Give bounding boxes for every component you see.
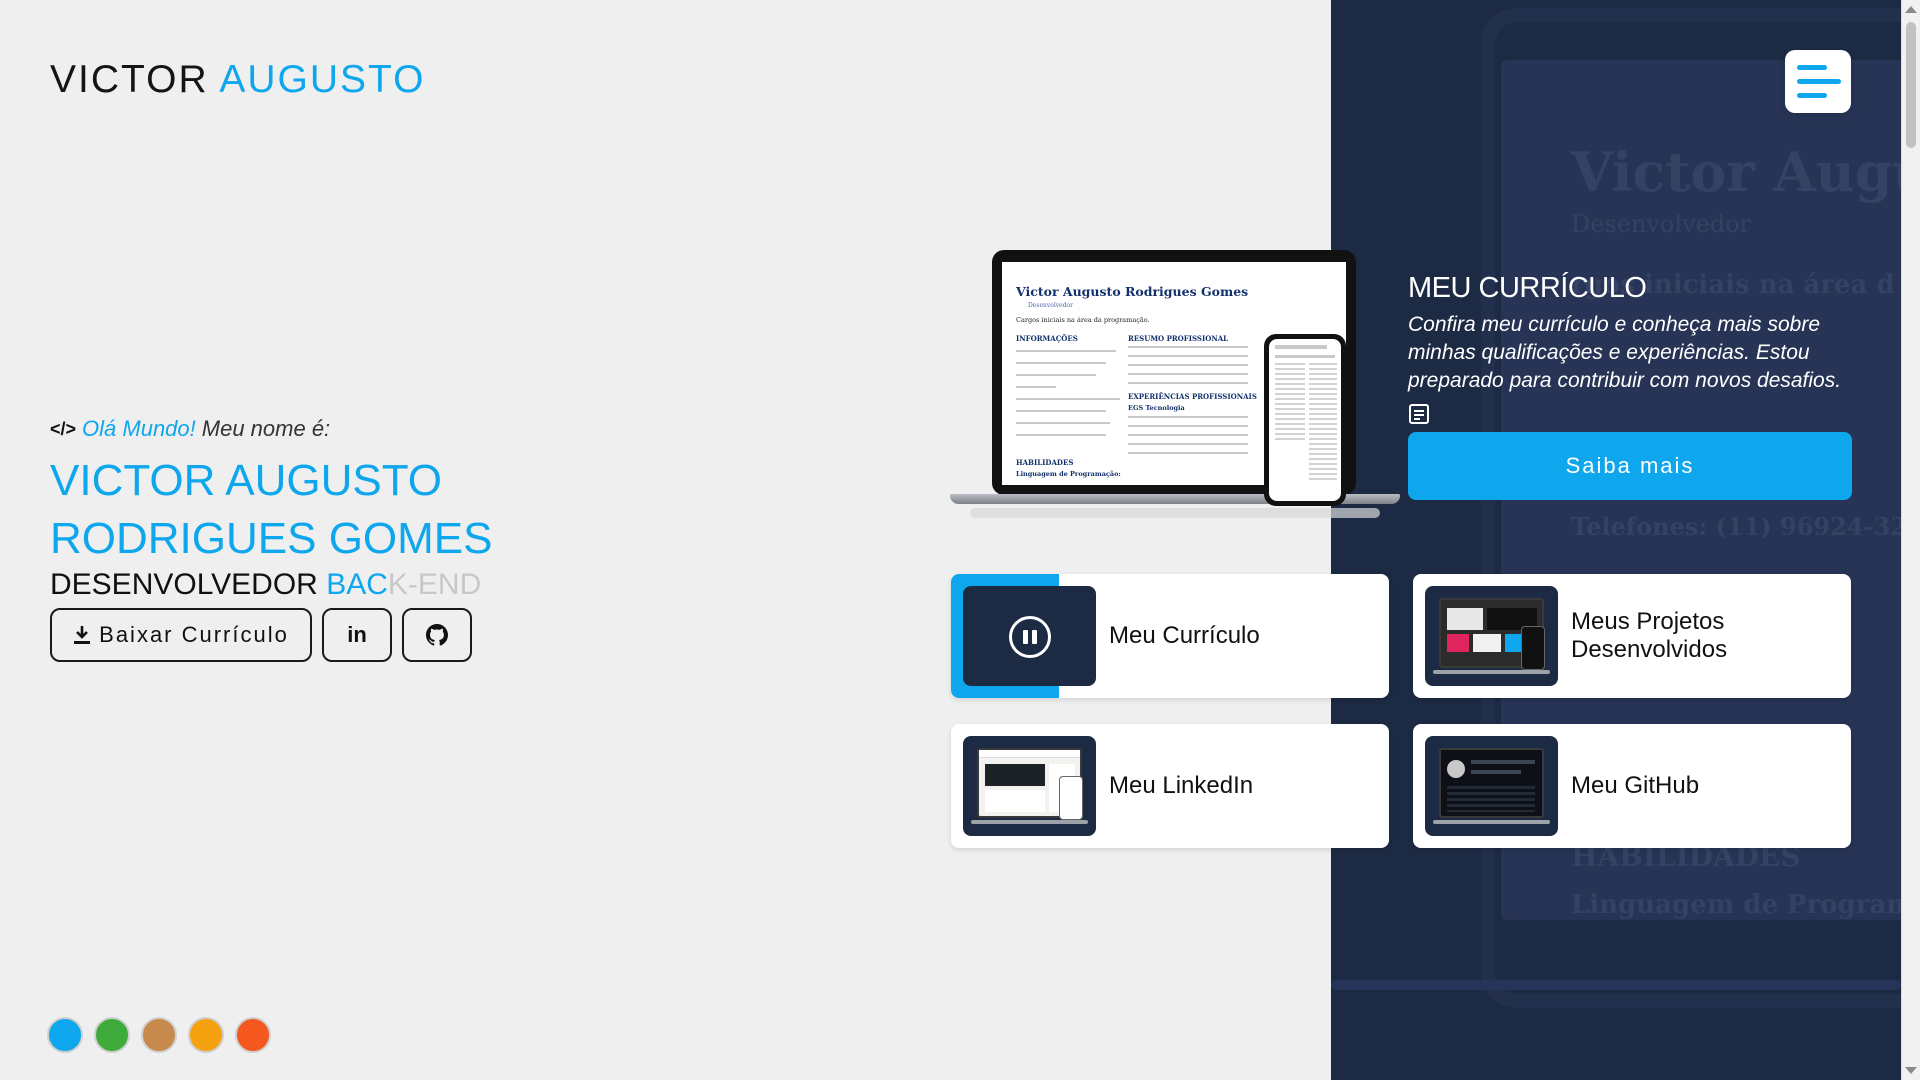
role-static: DESENVOLVEDOR [50, 568, 318, 601]
mockup-section-experience: EXPERIÊNCIAS PROFISSIONAIS [1128, 392, 1257, 401]
card-resume[interactable]: Meu Currículo [951, 574, 1389, 698]
ghost-line: Linguagem de Programa [1571, 890, 1901, 920]
card-thumbnail [1425, 736, 1558, 836]
card-projects[interactable]: Meus Projetos Desenvolvidos [1413, 574, 1851, 698]
action-buttons: Baixar Currículo in [50, 608, 610, 662]
github-icon [426, 624, 448, 646]
mockup-doc-intro: Cargos iniciais na área da programação. [1016, 316, 1150, 324]
card-thumbnail [963, 586, 1096, 686]
background-panel: Victor Augu Desenvolvedor rgos iniciais … [1331, 0, 1901, 1080]
theme-color-green[interactable] [94, 1017, 130, 1053]
name-prompt: Meu nome é: [201, 416, 331, 441]
ghost-name: Victor Augu [1571, 140, 1901, 204]
card-label: Meu LinkedIn [1109, 772, 1254, 799]
role-typed: BAC [326, 568, 388, 601]
name-line-1: VICTOR AUGUSTO [50, 456, 443, 505]
ghost-line: Telefones: (11) 96924-3253 [1571, 512, 1901, 541]
document-icon [1409, 404, 1429, 424]
mockup-section-summary: RESUMO PROFISSIONAL [1128, 334, 1229, 343]
code-icon: </> [50, 418, 77, 439]
download-resume-label: Baixar Currículo [99, 622, 289, 647]
role-title: DESENVOLVEDOR BACK-END [50, 568, 610, 602]
featured-section: MEU CURRÍCULO Confira meu currículo e co… [1408, 272, 1858, 430]
mockup-section-lang: Linguagem de Programação: [1016, 470, 1121, 478]
logo-first-name: VICTOR [50, 58, 209, 101]
logo-last-name: AUGUSTO [219, 58, 426, 101]
card-thumbnail [1425, 586, 1558, 686]
learn-more-button[interactable]: Saiba mais [1408, 432, 1852, 500]
download-icon [74, 626, 91, 644]
greeting: </> Olá Mundo! Meu nome é: [50, 416, 610, 442]
theme-color-red[interactable] [235, 1017, 271, 1053]
card-label: Meu Currículo [1109, 622, 1260, 649]
pause-icon[interactable] [1009, 616, 1051, 658]
featured-title: MEU CURRÍCULO [1408, 272, 1647, 304]
theme-color-orange[interactable] [188, 1017, 224, 1053]
ghost-role: Desenvolvedor [1571, 210, 1752, 238]
card-label: Meus Projetos Desenvolvidos [1571, 608, 1728, 663]
theme-color-brown[interactable] [141, 1017, 177, 1053]
menu-button[interactable] [1785, 50, 1851, 113]
linkedin-icon: in [347, 622, 367, 647]
phone-mockup [1264, 334, 1346, 506]
linkedin-button[interactable]: in [322, 608, 392, 662]
mockup-doc-title: Victor Augusto Rodrigues Gomes [1016, 284, 1249, 299]
featured-description: Confira meu currículo e conheça mais sob… [1408, 313, 1842, 392]
theme-color-blue[interactable] [47, 1017, 83, 1053]
mockup-company: EGS Tecnologia [1128, 404, 1185, 412]
full-name: VICTOR AUGUSTO RODRIGUES GOMES [50, 452, 610, 568]
role-remaining: K-END [387, 568, 482, 601]
mockup-section-skills: HABILIDADES [1016, 458, 1074, 467]
page-scrollbar[interactable] [1901, 0, 1920, 1080]
site-logo[interactable]: VICTOR AUGUSTO [50, 58, 425, 102]
scroll-down-arrow-icon[interactable] [1905, 1067, 1917, 1074]
hello-text: Olá Mundo! [82, 416, 196, 441]
github-button[interactable] [402, 608, 472, 662]
intro-section: </> Olá Mundo! Meu nome é: VICTOR AUGUST… [50, 416, 610, 662]
card-label: Meu GitHub [1571, 772, 1700, 799]
mockup-doc-subtitle: Desenvolvedor [1028, 302, 1074, 309]
card-linkedin[interactable]: Meu LinkedIn [951, 724, 1389, 848]
download-resume-button[interactable]: Baixar Currículo [50, 608, 312, 662]
card-github[interactable]: Meu GitHub [1413, 724, 1851, 848]
name-line-2: RODRIGUES GOMES [50, 514, 493, 563]
theme-color-picker [47, 1017, 271, 1053]
mockup-section-info: INFORMAÇÕES [1016, 334, 1078, 343]
scroll-up-arrow-icon[interactable] [1905, 6, 1917, 13]
card-thumbnail [963, 736, 1096, 836]
resume-device-mockup: Victor Augusto Rodrigues Gomes Desenvolv… [950, 250, 1400, 525]
scroll-thumb[interactable] [1906, 22, 1916, 148]
